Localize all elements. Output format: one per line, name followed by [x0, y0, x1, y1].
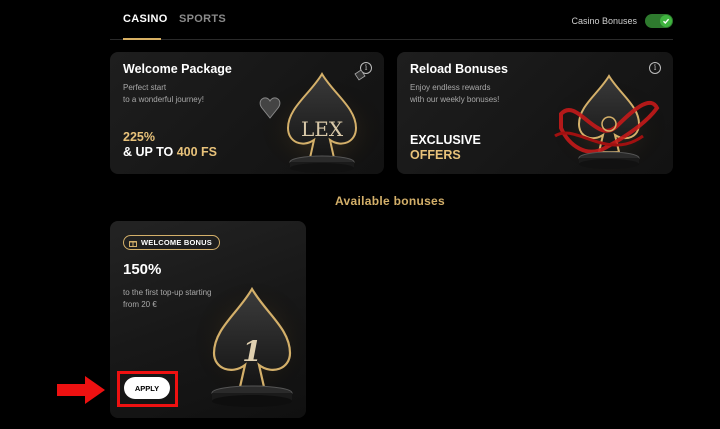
card-title: Reload Bonuses [410, 62, 508, 76]
reload-bonuses-card[interactable]: Reload Bonuses Enjoy endless rewards wit… [397, 52, 673, 174]
welcome-package-card[interactable]: Welcome Package Perfect start to a wonde… [110, 52, 384, 174]
gift-icon [129, 240, 137, 247]
spade-ribbon-art [553, 74, 665, 172]
check-icon [660, 15, 672, 27]
badge-label: WELCOME BONUS [141, 238, 212, 247]
red-arrow-icon [57, 376, 105, 404]
card-title: Welcome Package [123, 62, 232, 76]
active-tab-indicator [123, 38, 161, 40]
offer-line-exclusive: EXCLUSIVE [410, 133, 481, 147]
welcome-bonus-badge: WELCOME BONUS [123, 235, 220, 250]
spade-lex-art: LEX [259, 69, 380, 174]
tab-casino[interactable]: CASINO [123, 13, 168, 25]
card-subtitle: Enjoy endless rewards with our weekly bo… [410, 83, 500, 104]
apply-highlight-box [117, 371, 178, 407]
offer-line-offers: OFFERS [410, 148, 461, 162]
available-bonuses-heading: Available bonuses [334, 194, 446, 208]
casino-bonuses-toggle[interactable] [645, 14, 673, 28]
tab-sports[interactable]: SPORTS [179, 13, 226, 25]
svg-text:LEX: LEX [301, 117, 344, 141]
toggle-label: Casino Bonuses [571, 16, 637, 26]
bonus-percent: 150% [123, 261, 162, 278]
card-subtitle: Perfect start to a wonderful journey! [123, 83, 204, 104]
svg-text:1: 1 [242, 335, 261, 368]
offer-freespins: & UP TO 400 FS [123, 145, 218, 159]
spade-one-art: 1 [196, 283, 306, 407]
offer-percent: 225% [123, 130, 155, 144]
casino-bonuses-toggle-group: Casino Bonuses [571, 14, 673, 28]
tab-bar: CASINO SPORTS Casino Bonuses [110, 0, 673, 40]
